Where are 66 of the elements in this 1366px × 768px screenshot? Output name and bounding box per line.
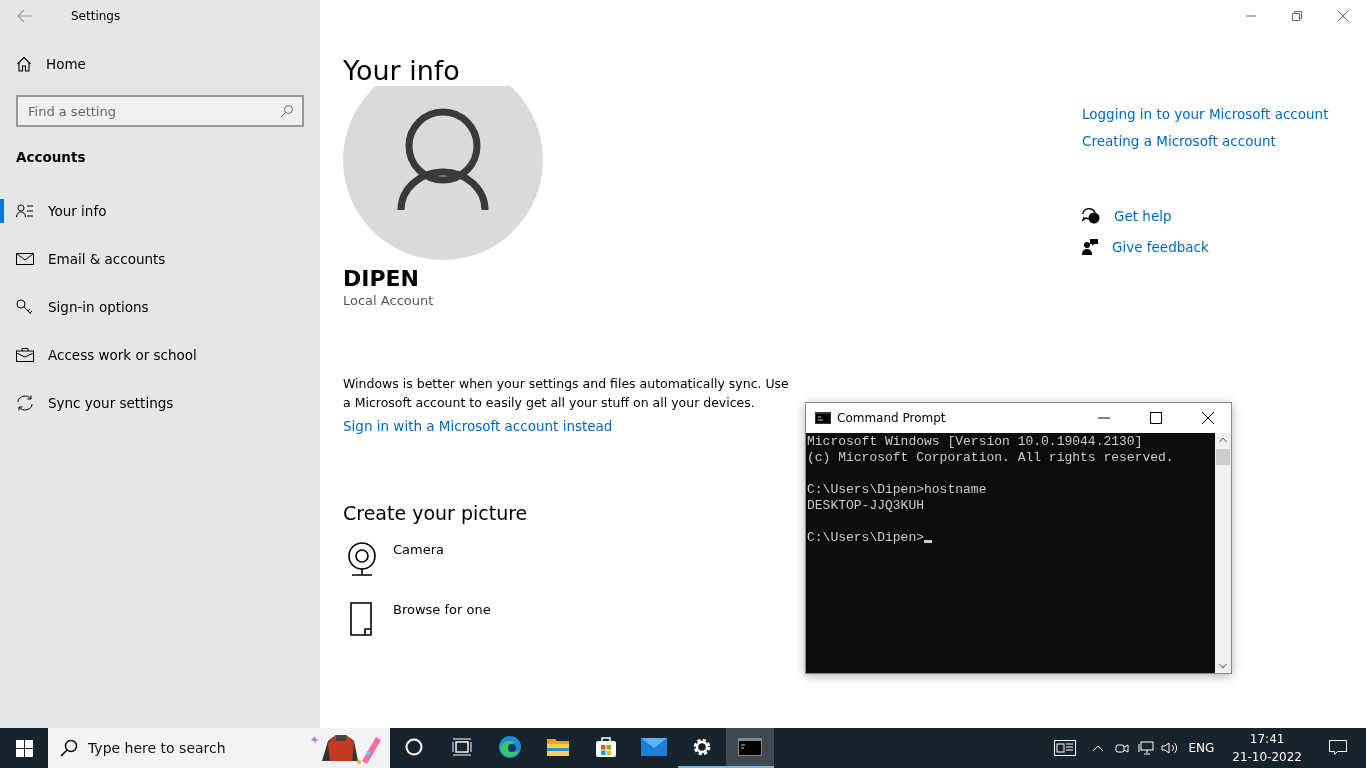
sidebar-item[interactable]: Email & accounts xyxy=(0,235,320,283)
restore-icon xyxy=(1292,11,1302,21)
envelope-icon xyxy=(641,738,667,756)
sign-in-link[interactable]: Sign in with a Microsoft account instead xyxy=(343,418,613,434)
clock-date: 21-10-2022 xyxy=(1232,749,1302,766)
terminal-icon xyxy=(815,412,831,424)
chat-help-icon xyxy=(1082,207,1100,224)
avatar-icon xyxy=(343,86,543,260)
window-title: Command Prompt xyxy=(837,411,946,425)
mail-icon xyxy=(16,252,34,266)
help-link[interactable]: Logging in to your Microsoft account xyxy=(1082,106,1329,133)
language-indicator[interactable]: ENG xyxy=(1182,741,1225,755)
chevron-up-icon xyxy=(1092,744,1105,752)
picture-option[interactable]: Camera xyxy=(343,542,445,602)
speaker-icon xyxy=(1161,741,1180,755)
scrollbar[interactable] xyxy=(1215,433,1231,673)
speech-bubble-icon xyxy=(1329,740,1347,756)
help-link[interactable]: Creating a Microsoft account xyxy=(1082,133,1276,160)
account-type: Local Account xyxy=(343,293,434,308)
window-title: Settings xyxy=(71,9,121,23)
section-heading: Accounts xyxy=(15,148,87,167)
help-link[interactable]: Give feedback xyxy=(1082,231,1209,262)
clock[interactable]: 17:41 21-10-2022 xyxy=(1224,730,1310,766)
windows-logo-icon xyxy=(15,739,33,757)
task-view-icon xyxy=(452,738,472,756)
gear-icon xyxy=(692,737,712,757)
person-list-icon xyxy=(16,204,34,218)
user-name: DIPEN xyxy=(343,266,419,291)
key-icon xyxy=(16,299,34,315)
folder-icon xyxy=(546,737,570,757)
search-icon xyxy=(280,104,294,118)
page-title: Your info xyxy=(343,56,460,86)
camera-icon xyxy=(1115,741,1130,755)
close-icon xyxy=(1338,11,1348,21)
feedback-icon xyxy=(1082,238,1098,255)
section-heading: Create your picture xyxy=(343,502,528,524)
home-icon xyxy=(16,56,32,72)
clock-time: 17:41 xyxy=(1249,731,1285,748)
sync-icon xyxy=(16,395,34,411)
picture-option[interactable]: Browse for one xyxy=(343,602,491,662)
sidebar-item[interactable]: Your info xyxy=(0,187,320,235)
home-link[interactable]: Home xyxy=(0,40,320,88)
text-cursor xyxy=(924,540,933,543)
newspaper-icon xyxy=(1054,740,1077,756)
browser-icon xyxy=(498,735,522,759)
terminal-icon xyxy=(738,738,762,756)
monitor-icon xyxy=(1138,741,1155,755)
console-output: Microsoft Windows [Version 10.0.19044.2130] (c) Microsoft Corporation. All rights reserved. C:\Users\Dipen>hostname DESKTOP-JJQ3KUH C:\Users\Dipen> xyxy=(806,433,1175,547)
sidebar-item[interactable]: Sign-in options xyxy=(0,283,320,331)
briefcase-icon xyxy=(16,348,34,362)
search-field[interactable]: Find a setting xyxy=(16,95,304,127)
scroll-down-icon[interactable] xyxy=(1219,663,1227,669)
circle-icon xyxy=(405,738,423,756)
taskbar-search-field[interactable]: Type here to search xyxy=(48,728,390,768)
close-icon xyxy=(1202,412,1214,424)
search-icon xyxy=(60,739,78,757)
sidebar-item[interactable]: Sync your settings xyxy=(0,379,320,427)
help-link[interactable]: Get help xyxy=(1082,200,1172,231)
scroll-up-icon[interactable] xyxy=(1219,437,1227,443)
shopping-bag-icon xyxy=(595,736,617,758)
sync-description: Windows is better when your settings and files automatically sync. Use a Microsoft account to easily get all your stuff on all your devices. xyxy=(343,375,790,412)
taskbar-app[interactable] xyxy=(726,728,774,768)
maximize-icon xyxy=(1150,412,1162,424)
scroll-thumb[interactable] xyxy=(1216,449,1230,465)
webcam-icon xyxy=(347,542,377,576)
sidebar-item[interactable]: Access work or school xyxy=(0,331,320,379)
